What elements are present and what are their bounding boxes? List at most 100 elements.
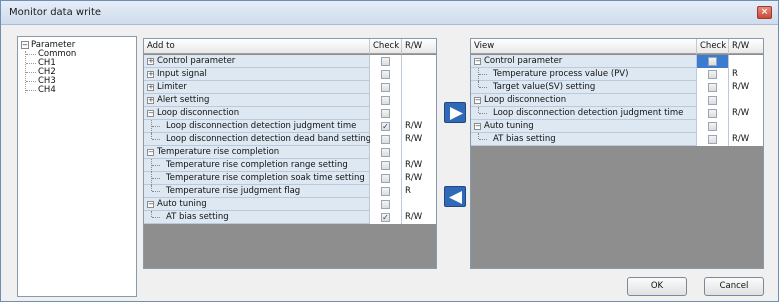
row-checkbox[interactable] <box>381 70 390 79</box>
check-cell <box>370 94 402 107</box>
rw-cell <box>729 120 763 133</box>
table-row[interactable]: Temperature process value (PV) R <box>471 68 763 81</box>
close-icon: × <box>760 7 769 17</box>
column-header-view[interactable]: View <box>471 39 697 54</box>
row-label: Auto tuning <box>157 198 370 211</box>
rw-cell: R/W <box>402 133 436 146</box>
view-grid: View Check R/W − Control parameter Tempe… <box>470 38 764 269</box>
table-row[interactable]: + Input signal <box>144 68 436 81</box>
row-checkbox[interactable] <box>381 135 390 144</box>
rw-cell: R/W <box>402 172 436 185</box>
cancel-button[interactable]: Cancel <box>704 277 764 296</box>
title-bar[interactable]: Monitor data write × <box>1 1 778 25</box>
collapse-icon[interactable]: − <box>147 149 154 156</box>
row-label: Loop disconnection <box>484 94 697 107</box>
row-checkbox[interactable] <box>708 70 717 79</box>
expand-icon[interactable]: + <box>147 84 154 91</box>
row-checkbox[interactable] <box>708 135 717 144</box>
collapse-icon[interactable]: − <box>21 41 29 49</box>
monitor-data-write-dialog: Monitor data write × − Parameter Common C… <box>0 0 779 302</box>
tree-connector <box>152 178 160 179</box>
row-checkbox[interactable] <box>708 57 717 66</box>
expand-icon[interactable]: + <box>147 58 154 65</box>
column-header-rw[interactable]: R/W <box>402 39 437 54</box>
check-cell <box>697 68 729 81</box>
grid-header: Add to Check R/W <box>144 39 436 54</box>
table-row[interactable]: − Auto tuning <box>144 198 436 211</box>
check-cell <box>697 81 729 94</box>
check-cell <box>370 198 402 211</box>
table-row[interactable]: Loop disconnection detection judgment ti… <box>471 107 763 120</box>
column-header-check[interactable]: Check <box>370 39 402 54</box>
table-row[interactable]: − Auto tuning <box>471 120 763 133</box>
rw-cell <box>402 198 436 211</box>
row-label: Input signal <box>157 68 370 81</box>
collapse-icon[interactable]: − <box>474 123 481 130</box>
table-row[interactable]: Loop disconnection detection dead band s… <box>144 133 436 146</box>
table-row[interactable]: Loop disconnection detection judgment ti… <box>144 120 436 133</box>
rw-cell <box>402 146 436 159</box>
row-checkbox[interactable]: ✓ <box>381 213 390 222</box>
expand-icon[interactable]: + <box>147 97 154 104</box>
row-checkbox[interactable] <box>381 57 390 66</box>
table-row[interactable]: AT bias setting ✓ R/W <box>144 211 436 224</box>
row-checkbox[interactable] <box>708 109 717 118</box>
table-row[interactable]: + Alert setting <box>144 94 436 107</box>
check-cell <box>370 81 402 94</box>
collapse-icon[interactable]: − <box>474 58 481 65</box>
arrow-left-icon <box>449 191 462 204</box>
table-row[interactable]: − Temperature rise completion <box>144 146 436 159</box>
check-cell <box>370 146 402 159</box>
table-row[interactable]: AT bias setting R/W <box>471 133 763 146</box>
table-row[interactable]: − Loop disconnection <box>144 107 436 120</box>
row-checkbox[interactable]: ✓ <box>381 122 390 131</box>
rw-cell <box>402 107 436 120</box>
row-label: Temperature rise judgment flag <box>166 185 370 198</box>
row-checkbox[interactable] <box>381 148 390 157</box>
table-row[interactable]: − Loop disconnection <box>471 94 763 107</box>
row-checkbox[interactable] <box>381 161 390 170</box>
row-checkbox[interactable] <box>708 122 717 131</box>
row-checkbox[interactable] <box>381 187 390 196</box>
column-header-add-to[interactable]: Add to <box>144 39 370 54</box>
remove-from-view-button[interactable] <box>444 186 466 207</box>
row-label: Auto tuning <box>484 120 697 133</box>
row-label: AT bias setting <box>166 211 370 224</box>
tree-connector <box>479 74 487 75</box>
row-checkbox[interactable] <box>381 83 390 92</box>
table-row[interactable]: Temperature rise judgment flag R <box>144 185 436 198</box>
check-cell <box>370 159 402 172</box>
expand-icon[interactable]: + <box>147 71 154 78</box>
column-header-check[interactable]: Check <box>697 39 729 54</box>
tree-node-ch4[interactable]: CH4 <box>38 85 56 95</box>
rw-cell: R/W <box>402 211 436 224</box>
tree-connector <box>26 54 36 55</box>
row-checkbox[interactable] <box>381 109 390 118</box>
row-checkbox[interactable] <box>708 83 717 92</box>
check-cell <box>697 94 729 107</box>
table-row[interactable]: − Control parameter <box>471 55 763 68</box>
table-row[interactable]: Temperature rise completion soak time se… <box>144 172 436 185</box>
row-label: Loop disconnection <box>157 107 370 120</box>
column-header-rw[interactable]: R/W <box>729 39 764 54</box>
ok-button[interactable]: OK <box>627 277 687 296</box>
table-row[interactable]: + Control parameter <box>144 55 436 68</box>
close-button[interactable]: × <box>757 6 772 19</box>
collapse-icon[interactable]: − <box>147 110 154 117</box>
row-label: Loop disconnection detection judgment ti… <box>166 120 370 133</box>
tree-connector <box>479 113 487 114</box>
rw-cell: R/W <box>402 159 436 172</box>
rw-cell: R/W <box>729 81 763 94</box>
row-checkbox[interactable] <box>381 96 390 105</box>
window-title: Monitor data write <box>9 7 102 18</box>
row-checkbox[interactable] <box>381 174 390 183</box>
row-checkbox[interactable] <box>708 96 717 105</box>
table-row[interactable]: Temperature rise completion range settin… <box>144 159 436 172</box>
row-checkbox[interactable] <box>381 200 390 209</box>
collapse-icon[interactable]: − <box>147 201 154 208</box>
collapse-icon[interactable]: − <box>474 97 481 104</box>
row-label: Target value(SV) setting <box>493 81 697 94</box>
add-to-view-button[interactable] <box>444 102 466 123</box>
table-row[interactable]: Target value(SV) setting R/W <box>471 81 763 94</box>
table-row[interactable]: + Limiter <box>144 81 436 94</box>
